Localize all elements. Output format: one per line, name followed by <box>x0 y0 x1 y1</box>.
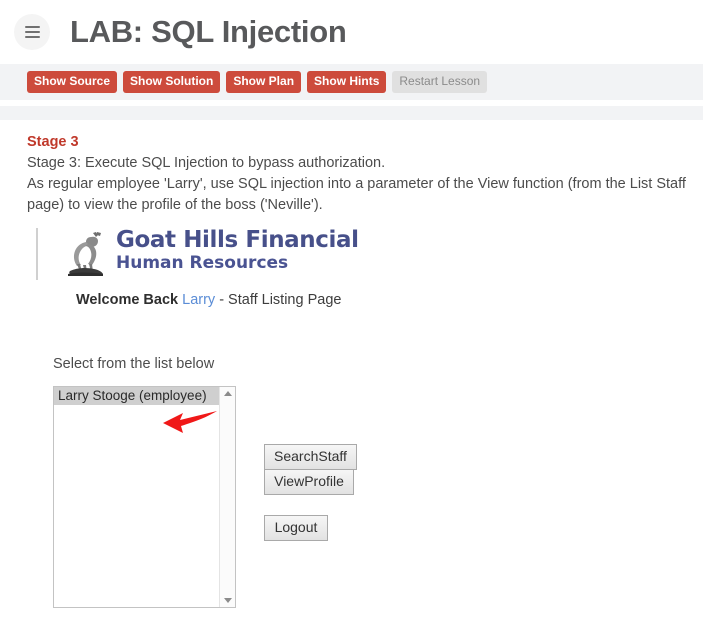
chevron-up-icon[interactable] <box>223 391 232 396</box>
logout-button[interactable]: Logout <box>264 515 328 541</box>
brand-subtitle: Human Resources <box>116 253 289 273</box>
stage-title: Stage 3 <box>27 134 79 150</box>
app-branding: Goat Hills Financial Human Resources <box>36 228 689 280</box>
lesson-toolbar: Show Source Show Solution Show Plan Show… <box>0 64 703 100</box>
logout-button-wrap: Logout <box>264 515 328 541</box>
welcome-username: Larry <box>182 292 216 308</box>
stage-objective: Stage 3: Execute SQL Injection to bypass… <box>27 155 386 171</box>
action-button-column: SearchStaff ViewProfile Logout <box>264 386 357 541</box>
brand-text: Goat Hills Financial Human Resources <box>116 228 359 273</box>
brand-name: Goat Hills Financial <box>116 227 359 253</box>
goat-logo-icon <box>68 232 103 276</box>
welcome-prefix: Welcome Back <box>76 292 179 308</box>
show-hints-button[interactable]: Show Hints <box>307 70 387 94</box>
staff-listbox-options[interactable]: Larry Stooge (employee) <box>54 387 219 607</box>
welcome-suffix: - Staff Listing Page <box>215 292 342 308</box>
select-instruction-label: Select from the list below <box>53 356 215 372</box>
hamburger-bar <box>24 36 40 38</box>
lesson-content-panel: Stage 3 Stage 3: Execute SQL Injection t… <box>0 120 703 608</box>
staff-selection-row: Larry Stooge (employee) SearchStaff View… <box>53 386 689 608</box>
welcome-message: Welcome Back Larry - Staff Listing Page <box>76 292 689 308</box>
show-solution-button[interactable]: Show Solution <box>123 70 221 94</box>
view-profile-button[interactable]: ViewProfile <box>264 469 354 495</box>
goat-hills-app: Goat Hills Financial Human Resources Wel… <box>36 228 689 608</box>
show-source-button[interactable]: Show Source <box>27 70 118 94</box>
app-header: LAB: SQL Injection <box>0 0 703 64</box>
page-title: LAB: SQL Injection <box>70 14 347 49</box>
section-divider-band <box>0 106 703 120</box>
search-staff-button[interactable]: SearchStaff <box>264 444 357 470</box>
chevron-down-icon[interactable] <box>223 598 232 603</box>
staff-listbox[interactable]: Larry Stooge (employee) <box>53 386 236 608</box>
hamburger-icon[interactable] <box>14 14 50 50</box>
listbox-scrollbar[interactable] <box>219 387 235 607</box>
stage-instructions: As regular employee 'Larry', use SQL inj… <box>27 176 686 213</box>
restart-lesson-button[interactable]: Restart Lesson <box>392 70 488 94</box>
hamburger-bar <box>24 31 40 33</box>
list-item[interactable]: Larry Stooge (employee) <box>54 387 219 405</box>
hamburger-bar <box>24 26 40 28</box>
show-plan-button[interactable]: Show Plan <box>226 70 302 94</box>
